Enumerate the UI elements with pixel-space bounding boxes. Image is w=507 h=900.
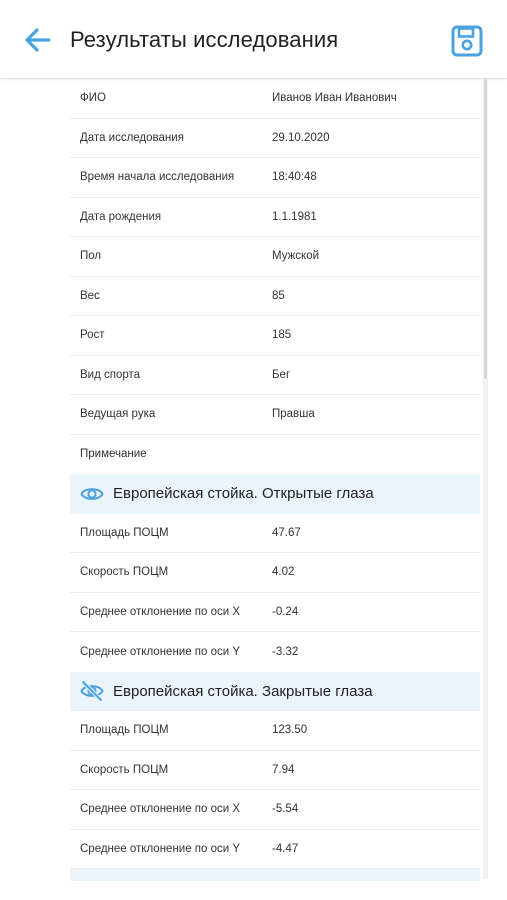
section-header-eyes-closed[interactable]: Европейская стойка. Закрытые глаза (70, 671, 480, 711)
metric-row: Площадь ПОЦМ 123.50 (70, 711, 480, 751)
row-label: ФИО (80, 92, 106, 105)
metric-row: Среднее отклонение по оси X -5.54 (70, 790, 480, 830)
row-value: 4.02 (272, 566, 295, 579)
eye-closed-icon (80, 680, 104, 702)
metric-row: Среднее отклонение по оси X -0.24 (70, 593, 480, 632)
section-title: Европейская стойка. Закрытые глаза (113, 682, 373, 700)
info-row-height: Рост 185 (70, 316, 480, 356)
section-header-partial[interactable] (70, 869, 480, 881)
row-value: -4.47 (272, 842, 299, 855)
row-label: Вид спорта (80, 368, 141, 381)
info-row-gender: Пол Мужской (70, 237, 480, 277)
row-label: Дата рождения (80, 210, 162, 223)
row-value: 7.94 (272, 763, 295, 776)
row-value: 85 (272, 289, 285, 302)
row-label: Площадь ПОЦМ (80, 526, 169, 539)
save-icon[interactable] (450, 24, 484, 58)
row-value: 185 (272, 329, 292, 342)
row-label: Площадь ПОЦМ (80, 724, 169, 737)
row-label: Среднее отклонение по оси X (80, 605, 241, 618)
info-row-study-date: Дата исследования 29.10.2020 (70, 119, 480, 158)
info-row-note: Примечание (70, 435, 480, 475)
row-value: -0.24 (272, 605, 299, 618)
info-row-start-time: Время начала исследования 18:40:48 (70, 158, 480, 198)
section-header-eyes-open[interactable]: Европейская стойка. Открытые глаза (70, 474, 480, 514)
metric-row: Среднее отклонение по оси Y -4.47 (70, 830, 480, 869)
row-value: Мужской (272, 250, 320, 263)
row-value: Правша (272, 408, 315, 421)
row-value: 47.67 (272, 526, 301, 539)
info-row-fio: ФИО Иванов Иван Иванович (70, 79, 480, 119)
row-label: Рост (80, 329, 105, 342)
metric-row: Скорость ПОЦМ 4.02 (70, 553, 480, 593)
metric-row: Площадь ПОЦМ 47.67 (70, 514, 480, 553)
row-label: Скорость ПОЦМ (80, 763, 169, 776)
page-title: Результаты исследования (70, 27, 339, 52)
row-label: Время начала исследования (80, 171, 235, 184)
row-label: Среднее отклонение по оси X (80, 803, 241, 816)
back-arrow-icon[interactable] (22, 24, 54, 56)
bottom-edge (0, 881, 507, 900)
results-list: ФИО Иванов Иван Иванович Дата исследовани… (70, 79, 480, 869)
row-value: Иванов Иван Иванович (272, 92, 397, 105)
row-label: Вес (80, 289, 100, 302)
metric-row: Скорость ПОЦМ 7.94 (70, 751, 480, 790)
row-label: Ведущая рука (80, 408, 156, 421)
row-label: Среднее отклонение по оси Y (80, 842, 241, 855)
scrollbar-thumb[interactable] (484, 79, 487, 379)
row-label: Пол (80, 250, 102, 263)
row-value: 1.1.1981 (272, 210, 317, 223)
info-row-sport: Вид спорта Бег (70, 356, 480, 395)
app-bar: Результаты исследования (0, 0, 507, 79)
row-value: 29.10.2020 (272, 131, 330, 144)
info-row-leading-hand: Ведущая рука Правша (70, 395, 480, 435)
row-label: Дата исследования (80, 131, 184, 144)
row-value: -5.54 (272, 803, 299, 816)
eye-open-icon (80, 487, 104, 500)
metric-row: Среднее отклонение по оси Y -3.32 (70, 632, 480, 672)
info-row-weight: Вес 85 (70, 277, 480, 316)
row-label: Примечание (80, 448, 147, 461)
section-title: Европейская стойка. Открытые глаза (113, 485, 374, 503)
info-row-birth-date: Дата рождения 1.1.1981 (70, 198, 480, 237)
row-value: Бег (272, 368, 291, 381)
row-value: 18:40:48 (272, 171, 317, 184)
row-value: -3.32 (272, 645, 299, 658)
row-value: 123.50 (272, 724, 308, 737)
row-label: Скорость ПОЦМ (80, 566, 169, 579)
row-label: Среднее отклонение по оси Y (80, 645, 241, 658)
